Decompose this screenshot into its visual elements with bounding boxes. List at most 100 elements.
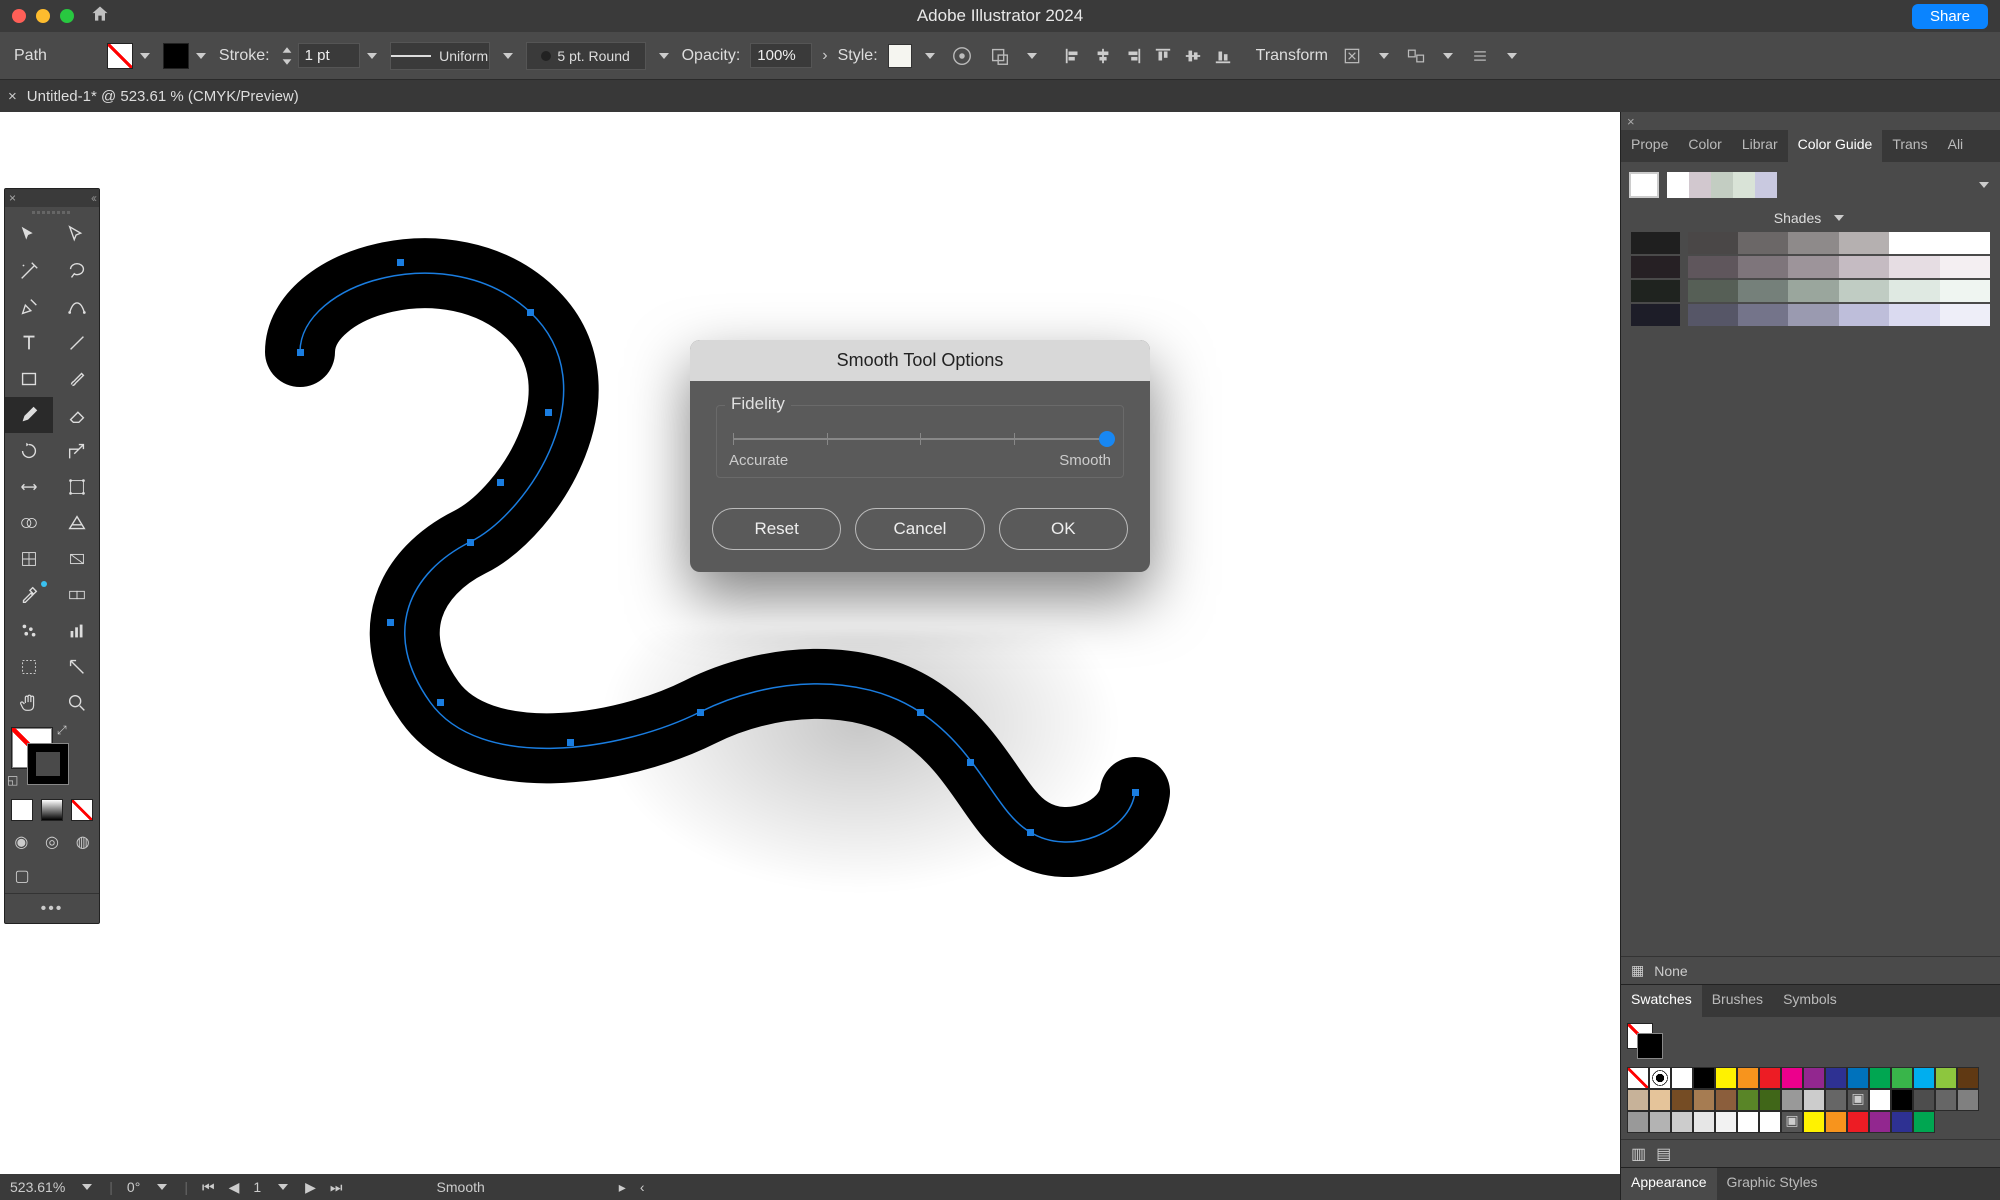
zoom-level[interactable]: 523.61% (10, 1179, 65, 1195)
swatch-cell[interactable] (1891, 1089, 1913, 1111)
paintbrush-tool[interactable] (53, 361, 101, 397)
blend-tool[interactable] (53, 577, 101, 613)
panel-tab-ali[interactable]: Ali (1938, 130, 1974, 162)
swatch-cell[interactable] (1627, 1067, 1649, 1089)
curvature-tool[interactable] (53, 289, 101, 325)
swatch-cell[interactable] (1693, 1111, 1715, 1133)
line-tool[interactable] (53, 325, 101, 361)
swatch-cell[interactable] (1671, 1089, 1693, 1111)
gradient-mode-icon[interactable] (41, 799, 63, 821)
swatch-cell[interactable] (1825, 1111, 1847, 1133)
swatch-cell[interactable] (1825, 1089, 1847, 1111)
artboard-nav-last-icon[interactable]: ⏭ (330, 1179, 343, 1196)
fill-control[interactable] (107, 43, 153, 69)
draw-normal-icon[interactable]: ◉ (11, 831, 32, 853)
home-icon[interactable] (90, 4, 110, 29)
swatch-libraries-icon[interactable]: ▥ (1631, 1144, 1646, 1164)
eraser-tool[interactable] (53, 397, 101, 433)
color-guide-cell-swatch[interactable] (1839, 256, 1889, 278)
toolbox-collapse-icon[interactable]: ‹‹ (91, 191, 95, 205)
share-button[interactable]: Share (1912, 4, 1988, 29)
draw-behind-icon[interactable]: ◎ (42, 831, 63, 853)
pencil-tool[interactable] (5, 397, 53, 433)
swatch-cell[interactable] (1913, 1111, 1935, 1133)
swatch-cell[interactable] (1803, 1111, 1825, 1133)
swatch-kinds-icon[interactable]: ▤ (1656, 1144, 1671, 1164)
cancel-button[interactable]: Cancel (855, 508, 984, 550)
swatch-cell[interactable] (1825, 1067, 1847, 1089)
swatch-cell[interactable] (1913, 1067, 1935, 1089)
swatch-cell[interactable] (1715, 1067, 1737, 1089)
document-tab-label[interactable]: Untitled-1* @ 523.61 % (CMYK/Preview) (27, 88, 299, 105)
swatch-cell[interactable] (1715, 1089, 1737, 1111)
swatch-cell[interactable] (1649, 1067, 1671, 1089)
color-guide-cell-swatch[interactable] (1788, 232, 1838, 254)
panel-tab-librar[interactable]: Librar (1732, 130, 1788, 162)
toolbox-close-icon[interactable]: × (9, 191, 16, 205)
color-guide-cell-swatch[interactable] (1788, 280, 1838, 302)
fidelity-slider-thumb[interactable] (1099, 431, 1115, 447)
color-guide-strip-swatch[interactable] (1667, 172, 1689, 198)
color-guide-cell-swatch[interactable] (1889, 256, 1939, 278)
transform-label[interactable]: Transform (1256, 47, 1328, 65)
rotate-tool[interactable] (5, 433, 53, 469)
swatch-cell[interactable] (1913, 1089, 1935, 1111)
artboard-tool[interactable] (5, 649, 53, 685)
chevron-down-icon[interactable] (79, 1179, 95, 1195)
swatch-cell[interactable] (1781, 1067, 1803, 1089)
panel-tab-symbols[interactable]: Symbols (1773, 985, 1847, 1017)
color-guide-cell-swatch[interactable] (1940, 232, 1990, 254)
swatch-cell[interactable] (1693, 1089, 1715, 1111)
swatch-grid[interactable]: ▣▣ (1621, 1061, 2000, 1139)
canvas[interactable] (0, 112, 1620, 1200)
opacity-arrow-icon[interactable]: › (822, 47, 827, 65)
color-guide-cell-swatch[interactable] (1940, 256, 1990, 278)
chevron-down-icon[interactable] (922, 48, 938, 64)
swatch-cell[interactable] (1737, 1111, 1759, 1133)
swatch-cell[interactable] (1957, 1067, 1979, 1089)
color-guide-cell-swatch[interactable] (1738, 304, 1788, 326)
minimize-window-button[interactable] (36, 9, 50, 23)
swatch-cell[interactable] (1935, 1067, 1957, 1089)
swatch-cell[interactable]: ▣ (1847, 1089, 1869, 1111)
swatch-cell[interactable] (1803, 1089, 1825, 1111)
panel-tab-brushes[interactable]: Brushes (1702, 985, 1773, 1017)
chevron-down-icon[interactable] (656, 48, 672, 64)
eyedropper-tool[interactable] (5, 577, 53, 613)
swatch-cell[interactable] (1627, 1111, 1649, 1133)
ok-button[interactable]: OK (999, 508, 1128, 550)
free-transform-tool[interactable] (53, 469, 101, 505)
close-tab-icon[interactable]: × (8, 88, 17, 105)
swatch-cell[interactable]: ▣ (1781, 1111, 1803, 1133)
swatch-cell[interactable] (1627, 1089, 1649, 1111)
symbol-sprayer-tool[interactable] (5, 613, 53, 649)
swatch-cell[interactable] (1693, 1067, 1715, 1089)
gradient-tool[interactable] (53, 541, 101, 577)
stroke-weight-input[interactable] (298, 43, 360, 68)
color-guide-cell-swatch[interactable] (1839, 232, 1889, 254)
rotate-value[interactable]: 0° (127, 1179, 140, 1195)
selection-tool[interactable] (5, 217, 53, 253)
color-guide-cell-swatch[interactable] (1889, 280, 1939, 302)
hand-tool[interactable] (5, 685, 53, 721)
graphic-style-swatch[interactable] (888, 44, 912, 68)
chevron-down-icon[interactable] (1440, 48, 1456, 64)
chevron-down-icon[interactable] (1024, 48, 1040, 64)
swatch-cell[interactable] (1869, 1089, 1891, 1111)
chevron-down-icon[interactable] (193, 48, 209, 64)
color-guide-cell-swatch[interactable] (1688, 280, 1738, 302)
status-scroll-left-icon[interactable]: ‹ (640, 1179, 645, 1195)
opacity-input[interactable] (750, 43, 812, 68)
reset-button[interactable]: Reset (712, 508, 841, 550)
edit-toolbar-icon[interactable]: ••• (41, 900, 64, 918)
swap-fill-stroke-icon[interactable]: ⤢ (57, 723, 67, 738)
color-guide-cell-swatch[interactable] (1738, 232, 1788, 254)
swatch-cell[interactable] (1847, 1067, 1869, 1089)
swatch-cell[interactable] (1935, 1089, 1957, 1111)
maximize-window-button[interactable] (60, 9, 74, 23)
panel-tab-swatches[interactable]: Swatches (1621, 985, 1702, 1017)
swatch-cell[interactable] (1869, 1111, 1891, 1133)
color-guide-cell-swatch[interactable] (1688, 232, 1738, 254)
toolbox-grip[interactable] (5, 207, 99, 217)
swatch-cell[interactable] (1957, 1089, 1979, 1111)
